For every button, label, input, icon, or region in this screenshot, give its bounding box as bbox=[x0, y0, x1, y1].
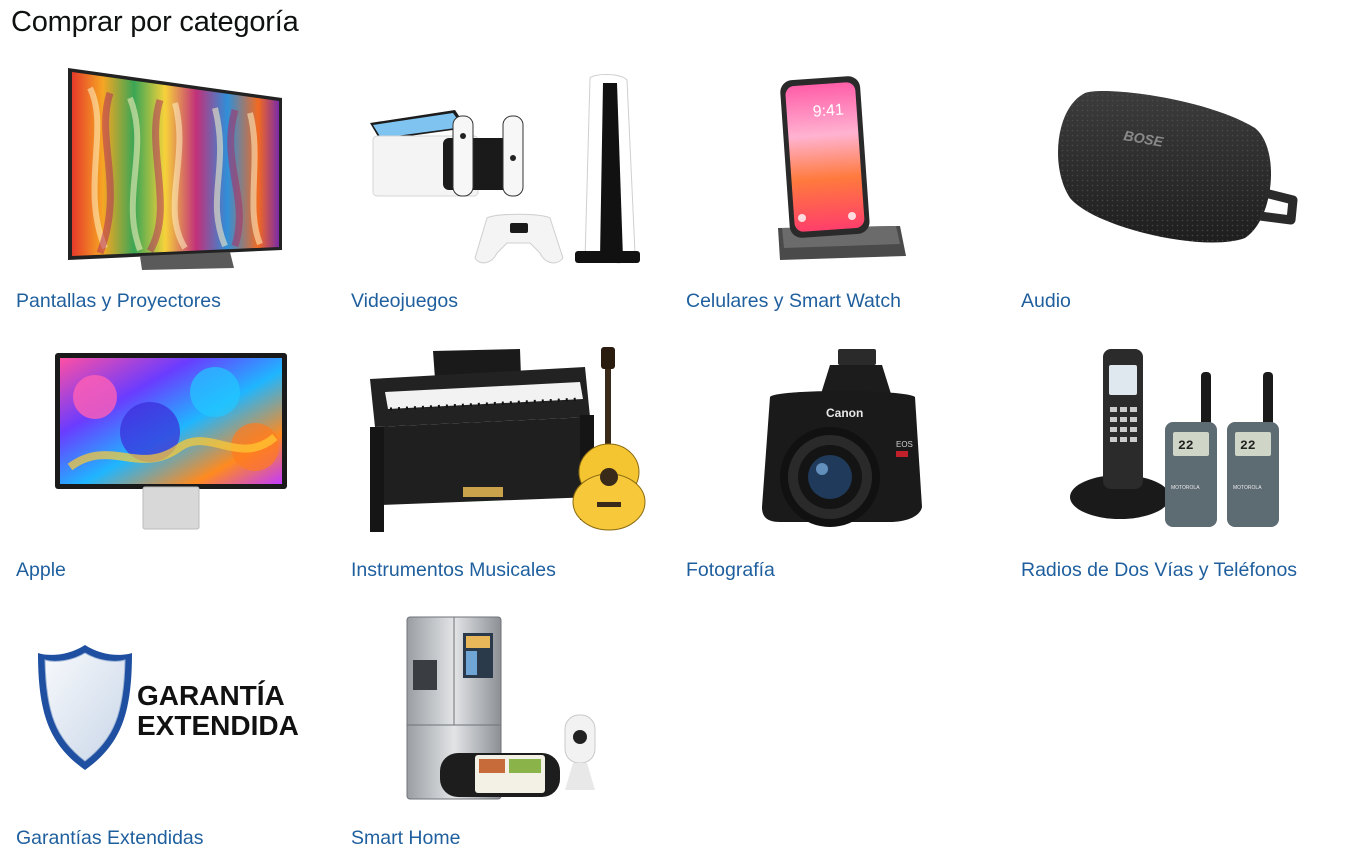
game-console-icon bbox=[335, 68, 655, 283]
speaker-icon: BOSE bbox=[1005, 68, 1325, 283]
category-tile-radios[interactable]: 22 MOTOROLA 22 MOTOROLA Radios de Dos Ví… bbox=[1005, 337, 1325, 597]
category-label: Pantallas y Proyectores bbox=[16, 290, 221, 312]
smart-fridge-icon bbox=[335, 605, 655, 820]
monitor-icon bbox=[0, 337, 320, 552]
category-tile-smart-home[interactable]: Smart Home bbox=[335, 605, 655, 865]
warranty-line1: GARANTÍA bbox=[137, 680, 285, 711]
smartphone-icon: 9:41 bbox=[670, 68, 990, 283]
piano-guitar-icon bbox=[335, 337, 655, 552]
warranty-line2: EXTENDIDA bbox=[137, 710, 299, 741]
radio-brand-2: MOTOROLA bbox=[1233, 485, 1262, 491]
radio-display-2: 22 bbox=[1240, 438, 1256, 453]
category-tile-apple[interactable]: Apple bbox=[0, 337, 320, 597]
category-tile-celulares[interactable]: 9:41 Celulares y Smart Watch bbox=[670, 68, 990, 328]
category-label: Apple bbox=[16, 559, 66, 581]
category-label: Fotografía bbox=[686, 559, 775, 581]
category-tile-garantias[interactable]: GARANTÍA EXTENDIDA Garantías Extendidas bbox=[0, 605, 320, 865]
radio-display-1: 22 bbox=[1178, 438, 1194, 453]
radio-phone-icon: 22 MOTOROLA 22 MOTOROLA bbox=[1005, 337, 1325, 552]
tv-icon bbox=[0, 68, 320, 283]
category-tile-audio[interactable]: BOSE Audio bbox=[1005, 68, 1325, 328]
category-tile-fotografia[interactable]: Canon EOS Fotografía bbox=[670, 337, 990, 597]
category-label: Audio bbox=[1021, 290, 1071, 312]
category-label: Celulares y Smart Watch bbox=[686, 290, 901, 312]
radio-brand-1: MOTOROLA bbox=[1171, 485, 1200, 491]
category-label: Garantías Extendidas bbox=[16, 827, 204, 849]
shield-icon: GARANTÍA EXTENDIDA bbox=[0, 605, 320, 820]
category-tile-videojuegos[interactable]: Videojuegos bbox=[335, 68, 655, 328]
category-label: Smart Home bbox=[351, 827, 461, 849]
category-label: Instrumentos Musicales bbox=[351, 559, 556, 581]
camera-model: EOS bbox=[896, 440, 913, 449]
phone-time: 9:41 bbox=[812, 102, 844, 121]
camera-brand: Canon bbox=[826, 406, 863, 420]
camera-icon: Canon EOS bbox=[670, 337, 990, 552]
category-tile-instrumentos[interactable]: Instrumentos Musicales bbox=[335, 337, 655, 597]
category-grid: Pantallas y Proyectores Videojuegos 9:41… bbox=[0, 0, 1349, 849]
category-label: Radios de Dos Vías y Teléfonos bbox=[1021, 559, 1298, 581]
category-tile-pantallas[interactable]: Pantallas y Proyectores bbox=[0, 68, 320, 328]
category-label: Videojuegos bbox=[351, 290, 458, 312]
